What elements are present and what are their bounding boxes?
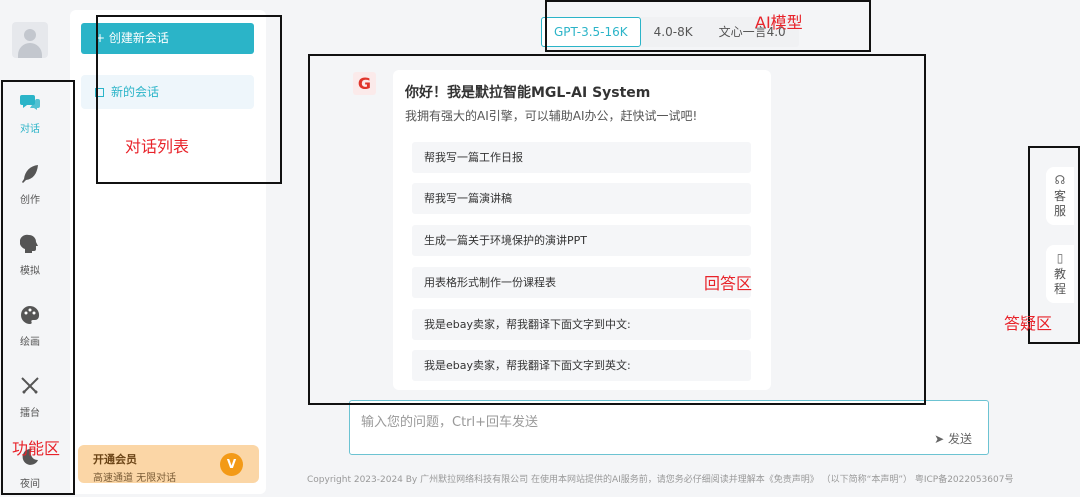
send-button[interactable]: ➤ 发送: [934, 430, 972, 447]
footer-copyright: Copyright 2023-2024 By 广州默拉网络科技有限公司 在使用本…: [307, 475, 1014, 485]
annotation-box-model: [545, 0, 871, 52]
question-input[interactable]: 输入您的问题，Ctrl+回车发送 ➤ 发送: [349, 400, 989, 455]
send-icon: ➤: [934, 432, 948, 446]
vip-badge-icon: V: [220, 453, 243, 476]
membership-banner[interactable]: 开通会员 高速通道 无限对话 V: [78, 445, 259, 484]
annotation-label-function: 功能区: [12, 439, 61, 458]
annotation-label-conv-list: 对话列表: [125, 137, 190, 156]
annotation-box-conv-list: [96, 15, 282, 184]
user-avatar[interactable]: [12, 22, 48, 58]
annotation-label-answer: 回答区: [704, 274, 753, 293]
annotation-label-qa: 答疑区: [1004, 314, 1053, 333]
annotation-label-model: AI模型: [755, 13, 803, 32]
annotation-box-function: [1, 80, 75, 495]
send-label: 发送: [947, 432, 972, 446]
annotation-box-answer: [308, 54, 926, 405]
input-placeholder: 输入您的问题，Ctrl+回车发送: [361, 415, 539, 430]
